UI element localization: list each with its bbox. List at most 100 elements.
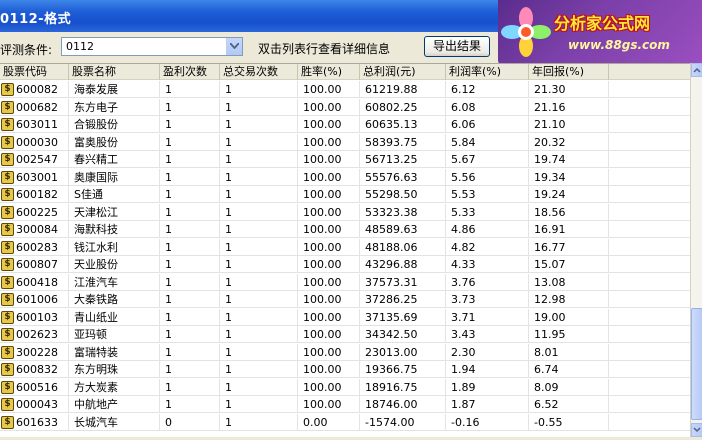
table-row[interactable]: $600182 S佳通 1 1 100.00 55298.50 5.53 19.24 xyxy=(0,186,690,203)
cell-profit-rate: 1.89 xyxy=(446,378,529,396)
cell-win-count: 1 xyxy=(160,326,220,343)
cell-name: 中航地产 xyxy=(69,396,160,413)
column-header-win-rate[interactable]: 胜率(%) xyxy=(298,64,360,80)
cell-total-profit: 18916.75 xyxy=(360,378,446,396)
table-row[interactable]: $300228 富瑞特装 1 1 100.00 23013.00 2.30 8.01 xyxy=(0,343,690,361)
cell-win-rate: 100.00 xyxy=(298,203,360,221)
cell-annual-return: 19.24 xyxy=(529,186,609,203)
table-row[interactable]: $600418 江淮汽车 1 1 100.00 37573.31 3.76 13.08 xyxy=(0,273,690,291)
cell-trade-count: 1 xyxy=(220,98,298,116)
logo-name: 分析家公式网 xyxy=(554,14,651,33)
condition-value: 0112 xyxy=(66,40,94,53)
cell-trade-count: 1 xyxy=(220,273,298,291)
cell-trade-count: 1 xyxy=(220,308,298,326)
table-row[interactable]: $300084 海默科技 1 1 100.00 48589.63 4.86 16.91 xyxy=(0,221,690,238)
cell-annual-return: 19.74 xyxy=(529,151,609,168)
results-table[interactable]: 股票代码 股票名称 盈利次数 总交易次数 胜率(%) 总利润(元) 利润率(%)… xyxy=(0,63,690,437)
column-header-trade-count[interactable]: 总交易次数 xyxy=(220,64,298,80)
cell-filler xyxy=(609,239,690,256)
cell-win-rate: 100.00 xyxy=(298,256,360,273)
cell-annual-return: 21.30 xyxy=(529,81,609,98)
cell-total-profit: 19366.75 xyxy=(360,361,446,378)
cell-win-rate: 100.00 xyxy=(298,116,360,133)
cell-code: 002623 xyxy=(0,326,69,343)
cell-profit-rate: 6.12 xyxy=(446,81,529,98)
table-row[interactable]: $600103 青山纸业 1 1 100.00 37135.69 3.71 19.00 xyxy=(0,308,690,326)
cell-filler xyxy=(609,344,690,361)
table-row[interactable]: $603001 奥康国际 1 1 100.00 55576.63 5.56 19.34 xyxy=(0,168,690,186)
table-row[interactable]: $600283 钱江水利 1 1 100.00 48188.06 4.82 16.77 xyxy=(0,238,690,256)
table-row[interactable]: $600225 天津松江 1 1 100.00 53323.38 5.33 18.56 xyxy=(0,203,690,221)
table-row[interactable]: $600516 方大炭素 1 1 100.00 18916.75 1.89 8.09 xyxy=(0,378,690,396)
cell-total-profit: 61219.88 xyxy=(360,81,446,98)
cell-trade-count: 1 xyxy=(220,361,298,378)
dropdown-button[interactable] xyxy=(226,38,242,55)
cell-win-count: 1 xyxy=(160,116,220,133)
cell-annual-return: 11.95 xyxy=(529,326,609,343)
cell-profit-rate: 3.76 xyxy=(446,273,529,291)
column-header-code[interactable]: 股票代码 xyxy=(0,64,69,80)
table-row[interactable]: $000682 东方电子 1 1 100.00 60802.25 6.08 21.16 xyxy=(0,98,690,116)
cell-win-count: 1 xyxy=(160,98,220,116)
table-row[interactable]: $600082 海泰发展 1 1 100.00 61219.88 6.12 21.30 xyxy=(0,81,690,98)
cell-trade-count: 1 xyxy=(220,343,298,361)
cell-profit-rate: 2.30 xyxy=(446,343,529,361)
cell-code: 002547 xyxy=(0,151,69,168)
table-row[interactable]: $603011 合锻股份 1 1 100.00 60635.13 6.06 21.10 xyxy=(0,116,690,133)
export-button[interactable]: 导出结果 xyxy=(424,36,490,57)
cell-annual-return: 18.56 xyxy=(529,203,609,221)
cell-trade-count: 1 xyxy=(220,133,298,151)
table-row[interactable]: $600832 东方明珠 1 1 100.00 19366.75 1.94 6.74 xyxy=(0,361,690,378)
table-row[interactable]: $000030 富奥股份 1 1 100.00 58393.75 5.84 20.32 xyxy=(0,133,690,151)
cell-trade-count: 1 xyxy=(220,238,298,256)
cell-name: 青山纸业 xyxy=(69,308,160,326)
cell-win-rate: 100.00 xyxy=(298,273,360,291)
cell-win-rate: 100.00 xyxy=(298,291,360,308)
cell-profit-rate: 5.56 xyxy=(446,168,529,186)
cell-name: 东方明珠 xyxy=(69,361,160,378)
cell-win-rate: 100.00 xyxy=(298,343,360,361)
cell-win-count: 1 xyxy=(160,238,220,256)
scroll-down-button[interactable] xyxy=(691,423,702,437)
cell-win-rate: 100.00 xyxy=(298,326,360,343)
cell-name: 富瑞特装 xyxy=(69,343,160,361)
cell-name: S佳通 xyxy=(69,186,160,203)
cell-code: 600807 xyxy=(0,256,69,273)
cell-total-profit: -1574.00 xyxy=(360,413,446,431)
cell-win-count: 1 xyxy=(160,186,220,203)
cell-annual-return: 8.01 xyxy=(529,343,609,361)
cell-filler xyxy=(609,81,690,98)
column-header-annual-return[interactable]: 年回报(%) xyxy=(529,64,609,80)
condition-select[interactable]: 0112 xyxy=(61,37,243,56)
cell-filler xyxy=(609,274,690,291)
column-header-profit-rate[interactable]: 利润率(%) xyxy=(446,64,529,80)
cell-trade-count: 1 xyxy=(220,168,298,186)
cell-code: 603001 xyxy=(0,168,69,186)
table-row[interactable]: $601633 长城汽车 0 1 0.00 -1574.00 -0.16 -0.55 xyxy=(0,413,690,431)
scroll-up-button[interactable] xyxy=(691,63,702,77)
cell-code: 601006 xyxy=(0,291,69,308)
vertical-scrollbar[interactable] xyxy=(690,63,702,437)
cell-annual-return: 12.98 xyxy=(529,291,609,308)
cell-win-count: 1 xyxy=(160,221,220,238)
cell-name: 亚玛顿 xyxy=(69,326,160,343)
table-row[interactable]: $601006 大秦铁路 1 1 100.00 37286.25 3.73 12.98 xyxy=(0,291,690,308)
cell-code: 300084 xyxy=(0,221,69,238)
cell-code: 600182 xyxy=(0,186,69,203)
table-row[interactable]: $600807 天业股份 1 1 100.00 43296.88 4.33 15.07 xyxy=(0,256,690,273)
cell-win-rate: 100.00 xyxy=(298,98,360,116)
table-row[interactable]: $002623 亚玛顿 1 1 100.00 34342.50 3.43 11.95 xyxy=(0,326,690,343)
cell-win-count: 1 xyxy=(160,396,220,413)
cell-profit-rate: 6.06 xyxy=(446,116,529,133)
cell-name: 方大炭素 xyxy=(69,378,160,396)
cell-code: 600283 xyxy=(0,238,69,256)
cell-win-count: 0 xyxy=(160,413,220,431)
cell-win-rate: 100.00 xyxy=(298,168,360,186)
column-header-win-count[interactable]: 盈利次数 xyxy=(160,64,220,80)
column-header-name[interactable]: 股票名称 xyxy=(69,64,160,80)
column-header-total-profit[interactable]: 总利润(元) xyxy=(360,64,446,80)
table-row[interactable]: $000043 中航地产 1 1 100.00 18746.00 1.87 6.52 xyxy=(0,396,690,413)
scrollbar-thumb[interactable] xyxy=(691,308,702,420)
cell-trade-count: 1 xyxy=(220,203,298,221)
table-row[interactable]: $002547 春兴精工 1 1 100.00 56713.25 5.67 19.74 xyxy=(0,151,690,168)
